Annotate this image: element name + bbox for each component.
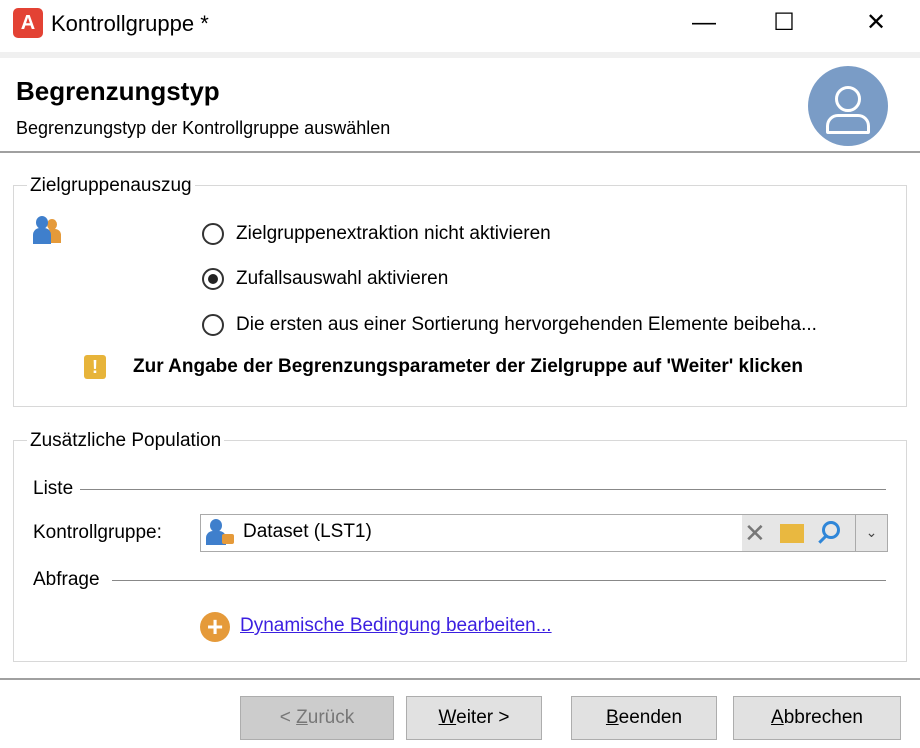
target-group-icon [33, 216, 65, 246]
page-title: Begrenzungstyp [16, 76, 220, 106]
field-toolbar: ✕ ⌄ [742, 515, 887, 551]
avatar-icon [808, 66, 888, 146]
cancel-button[interactable]: Abbrechen [733, 696, 901, 740]
clear-icon[interactable]: ✕ [744, 515, 766, 551]
control-group-label: Kontrollgruppe: [33, 522, 162, 543]
footer-divider [0, 678, 920, 680]
chevron-down-icon[interactable]: ⌄ [855, 515, 887, 551]
next-button[interactable]: Weiter > [406, 696, 542, 740]
radio-no-extraction[interactable] [202, 223, 224, 245]
add-icon: + [200, 612, 230, 642]
divider [80, 489, 886, 490]
list-section-label: Liste [33, 478, 74, 499]
finish-button[interactable]: Beenden [571, 696, 717, 740]
group-legend: Zielgruppenauszug [27, 175, 195, 197]
minimize-button[interactable]: — [684, 6, 724, 40]
maximize-button[interactable]: ☐ [764, 6, 804, 40]
radio-label: Zufallsauswahl aktivieren [236, 268, 449, 289]
app-logo-icon: A [13, 8, 43, 38]
radio-label: Die ersten aus einer Sortierung hervorge… [236, 314, 817, 335]
radio-label: Zielgruppenextraktion nicht aktivieren [236, 223, 551, 244]
folder-icon[interactable] [780, 524, 804, 543]
dataset-icon [205, 518, 237, 548]
edit-dynamic-condition-link[interactable]: Dynamische Bedingung bearbeiten... [240, 615, 552, 637]
warning-icon: ! [84, 355, 106, 379]
query-section-label: Abfrage [33, 569, 100, 590]
close-button[interactable]: ✕ [856, 6, 896, 40]
control-group-field[interactable]: Dataset (LST1) ✕ ⌄ [200, 514, 888, 552]
header-divider [0, 151, 920, 153]
window-title: Kontrollgruppe * [51, 11, 209, 36]
page-subtitle: Begrenzungstyp der Kontrollgruppe auswäh… [16, 118, 391, 138]
warning-text: Zur Angabe der Begrenzungsparameter der … [133, 356, 803, 377]
group-legend: Zusätzliche Population [27, 430, 225, 452]
divider [0, 52, 920, 58]
divider [112, 580, 886, 581]
radio-first-sorted[interactable] [202, 314, 224, 336]
back-button[interactable]: < Zurück [240, 696, 394, 740]
radio-random-selection[interactable] [202, 268, 224, 290]
control-group-value: Dataset (LST1) [243, 521, 372, 542]
